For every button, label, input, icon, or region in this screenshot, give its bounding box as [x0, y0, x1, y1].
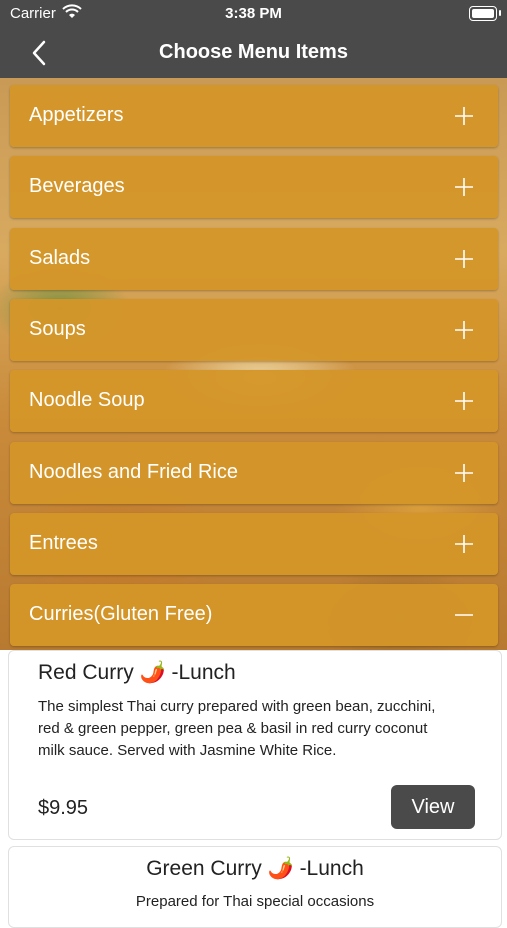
item-name: Red Curry 🌶️ -Lunch — [38, 661, 236, 684]
item-name: Green Curry 🌶️ -Lunch — [146, 857, 364, 880]
category-label: Appetizers — [29, 104, 124, 126]
item-price: $9.95 — [38, 797, 89, 819]
category-soups[interactable]: Soups — [10, 299, 498, 361]
category-entrees[interactable]: Entrees — [10, 513, 498, 575]
battery-tip — [499, 10, 501, 16]
category-salads[interactable]: Salads — [10, 228, 498, 290]
category-label: Beverages — [29, 175, 125, 197]
clock: 3:38 PM — [225, 5, 282, 22]
expand-plus-icon — [455, 321, 473, 339]
page-title: Choose Menu Items — [159, 41, 348, 63]
category-noodles-fried-rice[interactable]: Noodles and Fried Rice — [10, 442, 498, 504]
category-label: Noodle Soup — [29, 389, 145, 411]
category-appetizers[interactable]: Appetizers — [10, 85, 498, 147]
navigation-bar: Choose Menu Items — [0, 28, 507, 78]
expand-plus-icon — [455, 392, 473, 410]
expand-plus-icon — [455, 250, 473, 268]
category-label: Curries(Gluten Free) — [29, 603, 213, 625]
category-label: Entrees — [29, 532, 98, 554]
expand-plus-icon — [455, 464, 473, 482]
expand-plus-icon — [455, 178, 473, 196]
category-beverages[interactable]: Beverages — [10, 156, 498, 218]
status-bar: Carrier 3:38 PM — [0, 0, 507, 28]
collapse-minus-icon — [455, 614, 473, 616]
category-noodle-soup[interactable]: Noodle Soup — [10, 370, 498, 432]
expand-plus-icon — [455, 535, 473, 553]
category-label: Salads — [29, 247, 91, 269]
battery-icon — [469, 6, 497, 21]
category-label: Soups — [29, 318, 86, 340]
menu-item-card[interactable]: Red Curry 🌶️ -Lunch The simplest Thai cu… — [8, 650, 502, 840]
item-description: The simplest Thai curry prepared with gr… — [38, 698, 436, 759]
category-label: Noodles and Fried Rice — [29, 461, 238, 483]
category-curries[interactable]: Curries(Gluten Free) — [10, 584, 498, 646]
item-description: Prepared for Thai special occasions — [135, 893, 375, 910]
view-button[interactable]: View — [391, 785, 475, 829]
menu-item-card[interactable]: Green Curry 🌶️ -Lunch Prepared for Thai … — [8, 846, 502, 928]
expand-plus-icon — [455, 107, 473, 125]
